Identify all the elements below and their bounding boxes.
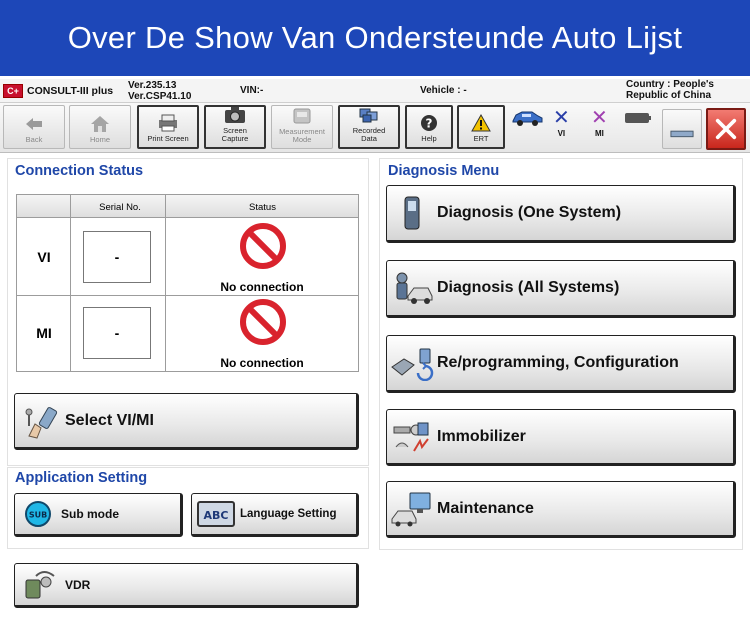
- recorded-data-button[interactable]: Recorded Data: [338, 105, 400, 149]
- application-setting-title: Application Setting: [15, 470, 148, 486]
- printer-icon: [156, 114, 180, 132]
- home-button[interactable]: Home: [69, 105, 131, 149]
- handheld-device-icon: [387, 195, 437, 231]
- connection-table-header: Serial No. Status: [17, 195, 358, 218]
- app-name: CONSULT-III plus: [27, 85, 114, 97]
- no-connection-icon: [239, 222, 287, 275]
- back-label: Back: [25, 135, 43, 144]
- mi-disconnected-icon: ✕: [591, 107, 608, 129]
- sub-mode-icon: SUB: [15, 500, 61, 528]
- mi-row-label: MI: [36, 325, 52, 341]
- home-label: Home: [89, 135, 110, 144]
- version-info: Ver.235.13 Ver.CSP41.10: [128, 80, 191, 102]
- vi-row-label: VI: [37, 249, 51, 265]
- close-icon: [714, 118, 738, 140]
- minimize-icon: [670, 124, 694, 142]
- warning-icon: [469, 114, 493, 132]
- vi-status-indicator: ✕ VI: [553, 107, 570, 138]
- select-vi-mi-label: Select VI/MI: [65, 411, 154, 429]
- measurement-icon: [290, 107, 314, 125]
- maintenance-icon: [387, 491, 437, 527]
- language-icon-text: ABC: [204, 509, 229, 522]
- menu-item-label: Diagnosis (One System): [437, 204, 622, 221]
- vdr-label: VDR: [65, 577, 91, 592]
- print-screen-button[interactable]: Print Screen: [137, 105, 199, 149]
- version-line-1: Ver.235.13: [128, 80, 177, 91]
- mi-status-text: No connection: [220, 356, 304, 370]
- print-screen-label: Print Screen: [147, 134, 189, 143]
- measurement-label-2: Mode: [292, 135, 312, 144]
- table-divider: [165, 195, 166, 371]
- vi-disconnected-icon: ✕: [553, 107, 570, 129]
- vehicle-status-icon: [510, 109, 544, 129]
- vdr-button[interactable]: VDR: [14, 563, 359, 608]
- hand-device-icon: [15, 402, 65, 440]
- minimize-button[interactable]: [662, 109, 702, 149]
- menu-item-label: Re/programming, Configuration: [437, 354, 679, 371]
- diagnosis-one-system-button[interactable]: Diagnosis (One System): [386, 185, 736, 243]
- screen-capture-label-2: Capture: [221, 134, 249, 143]
- vi-status-text: No connection: [220, 280, 304, 294]
- menu-item-label: Immobilizer: [437, 427, 526, 445]
- select-vi-mi-button[interactable]: Select VI/MI: [14, 393, 359, 450]
- vin-label: VIN:-: [240, 85, 264, 96]
- battery-icon: [624, 111, 652, 127]
- immobilizer-button[interactable]: Immobilizer: [386, 409, 736, 466]
- vdr-icon: [15, 568, 65, 602]
- sub-mode-label: Sub mode: [61, 507, 120, 521]
- mi-label: MI: [594, 129, 604, 138]
- page-banner-title: Over De Show Van Ondersteunde Auto Lijst: [0, 0, 750, 76]
- diagnosis-all-systems-button[interactable]: Diagnosis (All Systems): [386, 260, 736, 318]
- country-line-2: Republic of China: [626, 90, 711, 101]
- ert-label: ERT: [473, 134, 489, 143]
- close-button[interactable]: [706, 108, 746, 150]
- serial-no-header: Serial No.: [99, 202, 141, 213]
- vehicle-label: Vehicle : -: [420, 85, 467, 96]
- back-arrow-icon: [22, 115, 46, 133]
- diagnosis-menu-title: Diagnosis Menu: [388, 163, 500, 179]
- app-title-bar: C+ CONSULT-III plus Ver.235.13 Ver.CSP41…: [0, 79, 750, 103]
- mechanic-car-icon: [387, 270, 437, 306]
- country-line-1: Country : People's: [626, 79, 714, 90]
- screen-capture-button[interactable]: Screen Capture: [204, 105, 266, 149]
- camera-icon: [223, 106, 247, 124]
- help-button[interactable]: ? Help: [405, 105, 453, 149]
- mi-serial-box: -: [83, 307, 151, 359]
- svg-text:?: ?: [426, 117, 433, 131]
- mi-status-indicator: ✕ MI: [591, 107, 608, 138]
- key-icon: [387, 419, 437, 455]
- status-header: Status: [249, 202, 276, 213]
- help-label: Help: [421, 134, 437, 143]
- menu-item-label: Maintenance: [437, 499, 534, 517]
- connection-table: Serial No. Status VI - No connection MI …: [16, 194, 359, 372]
- language-setting-button[interactable]: ABC Language Setting: [191, 493, 359, 537]
- menu-item-label: Diagnosis (All Systems): [437, 279, 620, 296]
- recorded-label-2: Data: [361, 134, 377, 143]
- vi-label: VI: [557, 129, 566, 138]
- vi-serial-box: -: [83, 231, 151, 283]
- connection-status-title: Connection Status: [15, 163, 144, 179]
- version-line-2: Ver.CSP41.10: [128, 91, 192, 102]
- sub-mode-button[interactable]: SUB Sub mode: [14, 493, 183, 537]
- table-divider: [70, 195, 71, 371]
- table-divider: [17, 295, 358, 296]
- language-setting-label: Language Setting: [240, 508, 337, 520]
- sub-icon-text: SUB: [29, 511, 47, 520]
- no-connection-icon: [239, 298, 287, 351]
- reprogramming-icon: [387, 345, 437, 381]
- home-icon: [88, 115, 112, 133]
- country-info: Country : People's Republic of China: [626, 79, 714, 101]
- ert-button[interactable]: ERT: [457, 105, 505, 149]
- toolbar: Back Home Print Screen Screen Capture Me…: [0, 103, 750, 153]
- maintenance-button[interactable]: Maintenance: [386, 481, 736, 538]
- measurement-mode-button[interactable]: Measurement Mode: [271, 105, 333, 149]
- consult-logo: C+: [3, 84, 23, 98]
- recorded-data-icon: [357, 106, 381, 124]
- language-icon: ABC: [192, 500, 240, 528]
- back-button[interactable]: Back: [3, 105, 65, 149]
- reprogramming-configuration-button[interactable]: Re/programming, Configuration: [386, 335, 736, 393]
- help-icon: ?: [417, 114, 441, 132]
